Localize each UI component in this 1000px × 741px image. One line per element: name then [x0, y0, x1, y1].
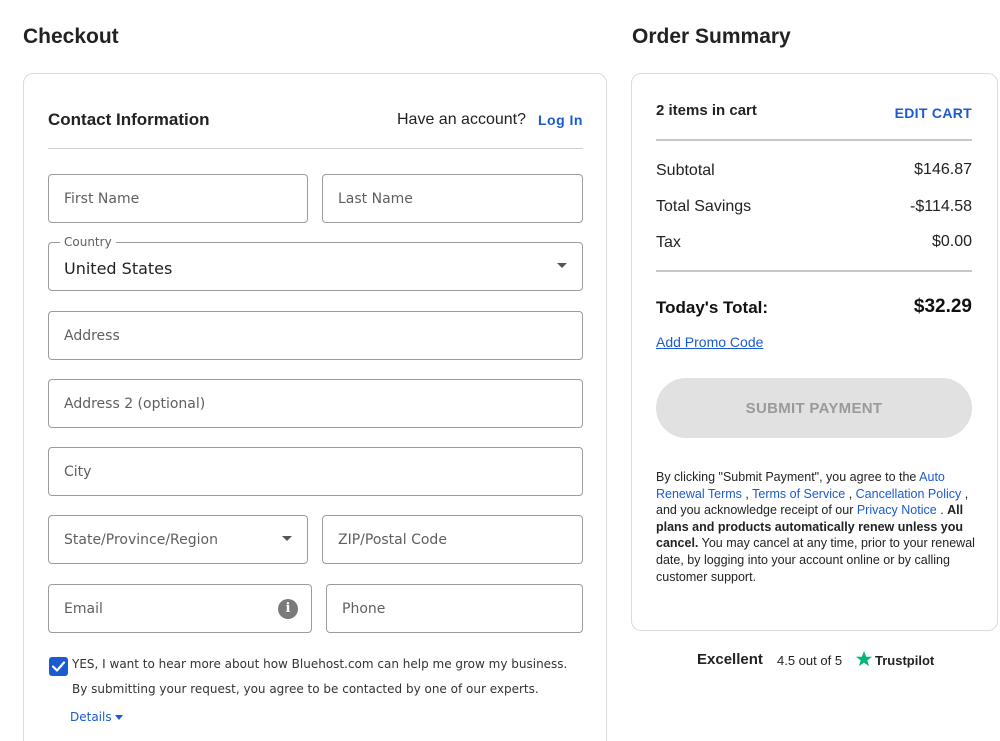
trustpilot-rating: 4.5 out of 5 [777, 653, 843, 668]
order-summary-title: Order Summary [632, 25, 791, 48]
checkout-title: Checkout [23, 25, 119, 48]
chevron-down-icon [282, 536, 292, 541]
address-field[interactable] [48, 311, 583, 360]
first-name-input[interactable] [49, 175, 307, 222]
legal-rest: You may cancel at any time, prior to you… [656, 536, 975, 584]
phone-field[interactable] [326, 584, 583, 633]
trustpilot-excellent: Excellent [697, 651, 763, 668]
city-field[interactable] [48, 447, 583, 496]
summary-divider-bottom [656, 270, 972, 272]
email-field[interactable]: i [48, 584, 312, 633]
account-prompt: Have an account? [397, 111, 526, 128]
legal-intro: By clicking "Submit Payment", you agree … [656, 470, 920, 484]
summary-divider-top [656, 139, 972, 141]
chevron-down-icon [557, 263, 567, 268]
subtotal-label: Subtotal [656, 162, 715, 179]
checkout-form-card: Contact Information Have an account? Log… [23, 73, 607, 741]
add-promo-code-link[interactable]: Add Promo Code [656, 334, 763, 350]
country-value: United States [64, 259, 173, 278]
zip-field[interactable] [322, 515, 583, 564]
address-input[interactable] [49, 312, 582, 359]
contact-information-title: Contact Information [48, 110, 210, 129]
consent-text: By submitting your request, you agree to… [72, 682, 539, 696]
total-label: Today's Total: [656, 298, 769, 317]
optin-label: YES, I want to hear more about how Blueh… [72, 657, 568, 671]
legal-period: . [936, 503, 948, 518]
first-name-field[interactable] [48, 174, 308, 223]
terms-of-service-link[interactable]: Terms of Service [752, 487, 845, 501]
city-input[interactable] [49, 448, 582, 495]
trustpilot-widget: Excellent 4.5 out of 5 Trustpilot [697, 651, 937, 671]
legal-notice: By clicking "Submit Payment", you agree … [656, 469, 976, 585]
edit-cart-link[interactable]: EDIT CART [895, 105, 972, 121]
cancellation-policy-link[interactable]: Cancellation Policy [856, 487, 962, 501]
info-icon[interactable]: i [278, 599, 298, 619]
checkmark-icon [51, 661, 66, 672]
phone-input[interactable] [327, 585, 582, 632]
total-value: $32.29 [913, 296, 972, 317]
zip-input[interactable] [323, 516, 582, 563]
details-toggle[interactable]: Details [70, 710, 123, 724]
trustpilot-star-icon [855, 651, 873, 667]
email-input[interactable] [49, 585, 311, 632]
optin-checkbox[interactable] [49, 657, 68, 676]
state-select[interactable]: State/Province/Region [48, 515, 308, 564]
savings-label: Total Savings [656, 198, 752, 215]
privacy-notice-link[interactable]: Privacy Notice [857, 503, 937, 517]
state-placeholder: State/Province/Region [64, 532, 218, 548]
subtotal-value: $146.87 [914, 161, 972, 178]
tax-value: $0.00 [931, 233, 972, 250]
details-label: Details [70, 710, 112, 724]
country-select[interactable]: Country United States [48, 235, 583, 291]
caret-down-icon [114, 715, 123, 720]
legal-sep: , [845, 486, 856, 501]
contact-divider [48, 148, 583, 149]
login-link[interactable]: Log In [538, 112, 583, 128]
legal-sep: , [741, 486, 753, 501]
cart-item-count: 2 items in cart [656, 102, 757, 119]
order-summary-card: 2 items in cart EDIT CART Subtotal $146.… [631, 73, 998, 631]
savings-value: -$114.58 [910, 198, 972, 215]
address2-field[interactable] [48, 379, 583, 428]
tax-label: Tax [656, 234, 681, 251]
last-name-field[interactable] [322, 174, 583, 223]
trustpilot-logo: Trustpilot [875, 653, 935, 668]
submit-payment-button[interactable]: SUBMIT PAYMENT [656, 378, 972, 438]
address2-input[interactable] [49, 380, 582, 427]
country-label: Country [60, 235, 116, 249]
last-name-input[interactable] [323, 175, 582, 222]
